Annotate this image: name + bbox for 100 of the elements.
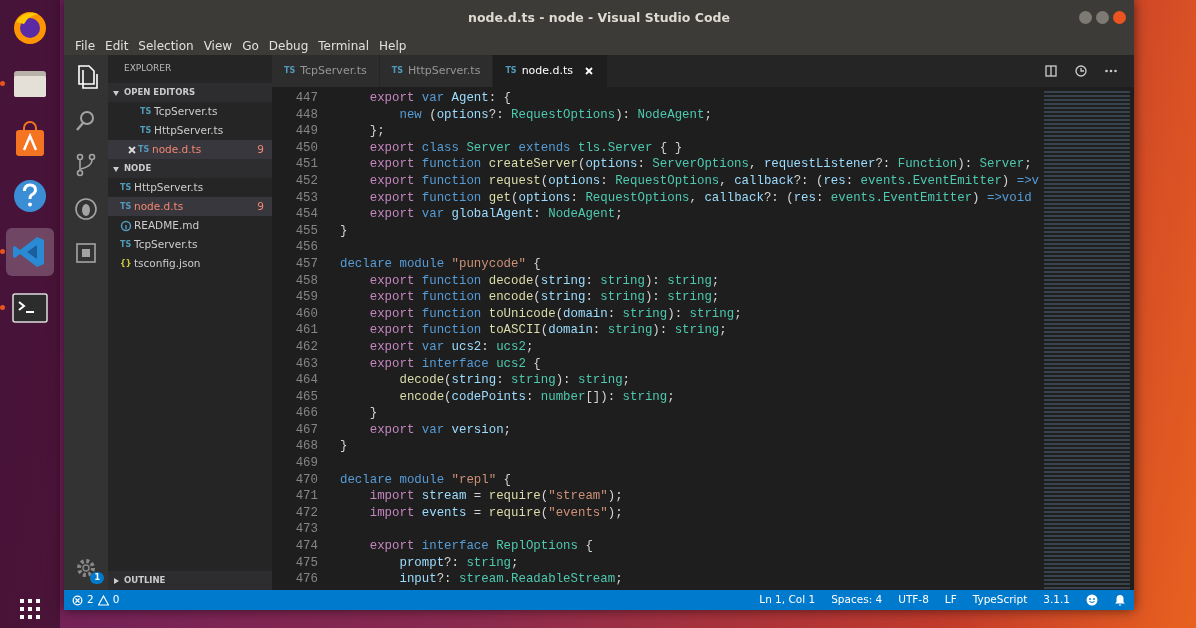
close-icon[interactable] — [126, 143, 138, 156]
line-number: 472 — [294, 504, 318, 522]
explorer-entry[interactable]: TS node.d.ts 9 — [108, 140, 272, 159]
explorer-entry[interactable]: TS HttpServer.ts — [108, 178, 272, 197]
editor-tab[interactable]: TS node.d.ts — [493, 55, 609, 87]
status-item[interactable]: Spaces: 4 — [831, 592, 883, 608]
caret-icon — [112, 88, 120, 97]
section-header[interactable]: OPEN EDITORS — [108, 83, 272, 102]
line-number: 456 — [294, 239, 318, 256]
code-line: decode(string: string): string; — [398, 372, 631, 389]
code-line: export function toASCII(domain: string): string; — [368, 322, 727, 339]
code-line: export function encode(string: string): string; — [368, 289, 720, 306]
code-line: export interface ReplOptions { — [368, 538, 593, 555]
section-header[interactable]: NODE — [108, 159, 272, 178]
split-editor-icon[interactable] — [1044, 64, 1058, 78]
caret-icon — [112, 576, 120, 585]
line-number: 451 — [294, 156, 318, 173]
line-number: 454 — [294, 206, 318, 223]
settings-icon[interactable] — [74, 556, 98, 580]
file-type-icon: TS — [391, 65, 403, 77]
file-type-icon: TS — [120, 181, 134, 194]
line-number: 457 — [294, 255, 318, 273]
section-header[interactable]: OUTLINE — [108, 571, 272, 590]
code-line: export var ucs2: ucs2; — [368, 338, 534, 356]
line-number: 464 — [294, 372, 318, 389]
explorer-entry[interactable]: README.md — [108, 216, 272, 235]
status-item[interactable]: LF — [944, 592, 957, 608]
status-item[interactable]: 3.1.1 — [1043, 592, 1070, 608]
code-line: } — [339, 438, 348, 456]
explorer-entry[interactable]: TS node.d.ts 9 — [108, 197, 272, 216]
editor-tab[interactable]: TS HttpServer.ts — [379, 55, 494, 87]
menu-item[interactable]: Edit — [100, 36, 134, 55]
file-type-icon: TS — [140, 124, 154, 137]
close-button[interactable] — [1113, 11, 1126, 24]
line-number: 458 — [294, 272, 318, 290]
menu-item[interactable]: Help — [373, 36, 412, 55]
app-grid-icon[interactable] — [17, 596, 43, 622]
file-type-icon: TS — [284, 65, 296, 77]
explorer-entry[interactable]: {} tsconfig.json — [108, 254, 272, 273]
editor-tab[interactable]: TS TcpServer.ts — [272, 55, 380, 87]
error-count: 9 — [257, 141, 264, 157]
code-line: export class Server extends tls.Server { } — [368, 139, 683, 157]
explorer-entry[interactable]: TS TcpServer.ts — [108, 235, 272, 254]
code-line: export function toUnicode(domain: string): string; — [368, 305, 742, 323]
code-line: encode(codePoints: number[]): string; — [398, 388, 675, 406]
code-line: }; — [368, 123, 385, 140]
explorer-entry[interactable]: TS TcpServer.ts — [108, 102, 272, 121]
code-line: } — [368, 405, 378, 422]
file-type-icon: TS — [140, 105, 154, 118]
error-count: 2 — [87, 592, 94, 608]
status-item[interactable]: UTF-8 — [898, 592, 929, 608]
line-number: 453 — [294, 189, 318, 207]
code-line: prompt?: string; — [398, 554, 519, 572]
line-number: 470 — [294, 471, 318, 489]
line-number: 468 — [294, 438, 318, 456]
line-number: 452 — [294, 172, 318, 190]
line-number: 449 — [294, 123, 318, 140]
line-number: 459 — [294, 289, 318, 306]
code-line: } — [339, 222, 348, 240]
menu-item[interactable]: File — [70, 36, 101, 55]
line-number: 462 — [294, 338, 318, 356]
line-number: 473 — [294, 521, 318, 539]
code-line: export interface ucs2 { — [368, 355, 541, 373]
code-line: declare module "repl" { — [339, 471, 512, 489]
line-number: 447 — [294, 90, 318, 107]
warning-icon — [97, 594, 109, 606]
code-line: export var globalAgent: NodeAgent; — [368, 206, 623, 223]
file-type-icon: TS — [505, 65, 517, 77]
status-item[interactable]: Ln 1, Col 1 — [759, 592, 816, 608]
code-line: export function createServer(options: ServerOptions, requestListener?: Function): Server; — [368, 156, 1032, 173]
line-number: 471 — [294, 488, 318, 505]
file-type-icon: TS — [120, 238, 134, 251]
code-line: export function get(options: RequestOptions, callback?: (res: events.EventEmitter) =>void — [368, 189, 1032, 207]
line-number: 448 — [294, 106, 318, 124]
status-item[interactable]: TypeScript — [972, 592, 1028, 608]
file-type-icon: TS — [138, 143, 152, 156]
bell-icon[interactable] — [1114, 594, 1126, 606]
problems-indicator[interactable]: 2 0 — [72, 592, 120, 608]
menu-item[interactable]: Terminal — [313, 36, 374, 55]
code-line: new (options?: RequestOptions): NodeAgent; — [398, 106, 712, 124]
close-icon[interactable] — [583, 65, 596, 77]
menu-item[interactable]: View — [198, 36, 238, 55]
line-number: 465 — [294, 388, 318, 406]
line-number: 475 — [294, 554, 318, 572]
line-number: 463 — [294, 355, 318, 373]
line-number: 461 — [294, 322, 318, 339]
smiley-icon[interactable] — [1086, 594, 1098, 606]
line-number: 476 — [294, 571, 318, 588]
menu-item[interactable]: Debug — [263, 36, 314, 55]
error-icon — [72, 594, 83, 606]
menu-item[interactable]: Go — [237, 36, 264, 55]
code-line: export function request(options: RequestOptions, callback?: (res: events.EventEmitter) =>v — [368, 172, 1040, 190]
warning-count: 0 — [112, 592, 120, 608]
explorer-entry[interactable]: TS HttpServer.ts — [108, 121, 272, 140]
line-number: 469 — [294, 455, 318, 472]
line-number: 450 — [294, 139, 318, 157]
minimize-button[interactable] — [1079, 11, 1092, 24]
maximize-button[interactable] — [1096, 11, 1109, 24]
caret-icon — [112, 164, 120, 173]
menu-item[interactable]: Selection — [133, 36, 199, 55]
